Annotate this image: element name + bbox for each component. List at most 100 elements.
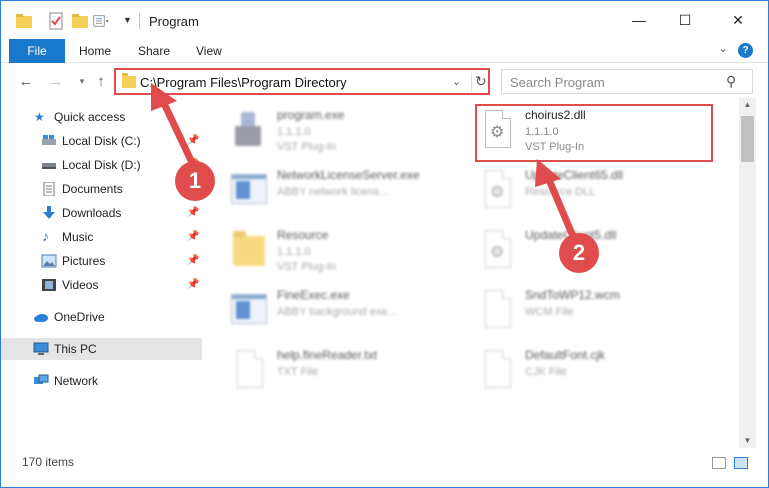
- tab-file[interactable]: File: [9, 39, 65, 63]
- sidebar-item-documents[interactable]: Documents 📌: [1, 178, 201, 200]
- sidebar-item-label: Documents: [62, 182, 123, 196]
- file-item[interactable]: FineExec.exe ABBY background exe...: [231, 284, 461, 340]
- sidebar-item-local-disk-c[interactable]: Local Disk (C:) 📌: [1, 130, 201, 152]
- file-item[interactable]: NetworkLicenseServer.exe ABBY network li…: [231, 164, 461, 220]
- title-bar: ▼ Program — ☐ ✕: [1, 1, 768, 39]
- file-item[interactable]: DefaultFont.cjk CJK File: [479, 344, 709, 400]
- item-count: 170 items: [22, 455, 75, 469]
- sidebar-item-label: This PC: [54, 342, 97, 356]
- drive-icon: [42, 135, 56, 145]
- sidebar-item-this-pc[interactable]: This PC: [1, 338, 202, 360]
- sidebar-item-label: Videos: [62, 278, 99, 292]
- toolbar-divider: [139, 13, 140, 29]
- file-item[interactable]: SndToWP12.wcm WCM File: [479, 284, 709, 340]
- folder-icon: [231, 228, 265, 272]
- file-item-choirus2-dll[interactable]: ⚙ choirus2.dll 1.1.1.0 VST Plug-In: [479, 104, 709, 160]
- window-title: Program: [149, 14, 199, 29]
- sidebar-item-pictures[interactable]: Pictures 📌: [1, 250, 201, 272]
- customize-toolbar-icon[interactable]: ▼: [123, 15, 132, 25]
- sidebar-item-label: OneDrive: [54, 310, 105, 324]
- help-icon[interactable]: ?: [738, 43, 753, 58]
- file-list: program.exe 1.1.1.0 VST Plug-In ⚙ choiru…: [209, 98, 739, 448]
- dll-gear-icon: ⚙: [479, 168, 513, 212]
- file-name: UpdateClient65.dll: [525, 168, 624, 182]
- file-type: VST Plug-In: [525, 141, 585, 153]
- address-bar[interactable]: C:\Program Files\Program Directory ⌄ ↻: [114, 68, 490, 95]
- file-name: help.fineReader.txt: [277, 348, 378, 362]
- search-icon[interactable]: ⚲: [726, 73, 736, 90]
- sidebar-item-quick-access[interactable]: ★ Quick access: [1, 106, 201, 128]
- scroll-up-icon[interactable]: ▲: [739, 98, 756, 112]
- dll-gear-icon: ⚙: [479, 108, 513, 152]
- callout-badge-2: 2: [559, 233, 599, 273]
- star-icon: ★: [34, 110, 45, 124]
- pin-icon[interactable]: 📌: [187, 231, 199, 242]
- videos-icon: [42, 279, 56, 291]
- app-window-icon: [231, 288, 267, 332]
- file-item[interactable]: ⚙ UpdateClient65.dll Resource DLL: [479, 164, 709, 220]
- computer-icon: [33, 342, 49, 355]
- view-options-icon[interactable]: [93, 12, 111, 30]
- blank-doc-icon: [231, 348, 265, 392]
- file-type: CJK File: [525, 366, 567, 378]
- blank-doc-icon: [479, 288, 513, 332]
- recent-locations-icon[interactable]: ▼: [73, 72, 91, 90]
- sidebar-item-videos[interactable]: Videos 📌: [1, 274, 201, 296]
- blank-doc-icon: [479, 348, 513, 392]
- tab-share[interactable]: Share: [138, 44, 170, 58]
- file-item[interactable]: help.fineReader.txt TXT File: [231, 344, 461, 400]
- scroll-down-icon[interactable]: ▼: [739, 434, 756, 448]
- forward-arrow-icon[interactable]: →: [47, 72, 65, 90]
- file-item[interactable]: Resource 1.1.1.0 VST Plug-In: [231, 224, 461, 280]
- new-folder-icon[interactable]: [71, 12, 89, 30]
- pin-icon[interactable]: 📌: [187, 255, 199, 266]
- file-version: 1.1.1.0: [277, 246, 311, 258]
- cloud-icon: [34, 314, 48, 322]
- refresh-icon[interactable]: ↻: [471, 73, 487, 92]
- sidebar-item-onedrive[interactable]: OneDrive: [1, 306, 201, 328]
- network-icon: [34, 374, 49, 384]
- file-name: NetworkLicenseServer.exe: [277, 168, 420, 182]
- folder-icon[interactable]: [15, 12, 33, 30]
- scrollbar-thumb[interactable]: [741, 116, 754, 162]
- pin-icon[interactable]: 📌: [187, 135, 199, 146]
- pin-icon[interactable]: 📌: [187, 207, 199, 218]
- navigation-pane: ★ Quick access Local Disk (C:) 📌 Local D…: [1, 98, 209, 448]
- close-button[interactable]: ✕: [708, 1, 768, 39]
- maximize-button[interactable]: ☐: [662, 1, 708, 39]
- sidebar-item-label: Music: [62, 230, 94, 244]
- file-description: ABBY network licens...: [277, 186, 389, 198]
- sidebar-item-local-disk-d[interactable]: Local Disk (D:) 📌: [1, 154, 201, 176]
- sidebar-item-network[interactable]: Network: [1, 370, 201, 392]
- expand-ribbon-icon[interactable]: ⌄: [715, 42, 731, 58]
- file-type: WCM File: [525, 306, 574, 318]
- file-type: Resource DLL: [525, 186, 596, 198]
- dll-gear-icon: ⚙: [479, 228, 513, 272]
- properties-icon[interactable]: [47, 12, 65, 30]
- file-item[interactable]: program.exe 1.1.1.0 VST Plug-In: [231, 104, 461, 160]
- drive-icon: [42, 163, 56, 169]
- file-version: 1.1.1.0: [525, 126, 559, 138]
- search-input[interactable]: Search Program ⚲: [501, 69, 753, 94]
- vertical-scrollbar[interactable]: ▲ ▼: [739, 98, 756, 448]
- minimize-button[interactable]: —: [616, 1, 662, 39]
- back-arrow-icon[interactable]: ←: [17, 72, 35, 90]
- address-path[interactable]: C:\Program Files\Program Directory: [140, 75, 347, 90]
- file-type: VST Plug-In: [277, 261, 337, 273]
- sidebar-item-label: Local Disk (D:): [62, 158, 141, 172]
- up-arrow-icon[interactable]: ↑: [92, 72, 110, 90]
- exe-icon: [231, 108, 265, 152]
- tab-view[interactable]: View: [196, 44, 222, 58]
- chevron-down-icon[interactable]: ⌄: [452, 75, 461, 88]
- tab-home[interactable]: Home: [79, 44, 111, 58]
- sidebar-item-downloads[interactable]: Downloads 📌: [1, 202, 201, 224]
- sidebar-item-label: Quick access: [54, 110, 126, 124]
- explorer-window: ▼ Program — ☐ ✕ File Home Share View ⌄ ?…: [0, 0, 769, 488]
- large-icons-view-icon[interactable]: [734, 457, 748, 469]
- details-view-icon[interactable]: [712, 457, 726, 469]
- sidebar-item-music[interactable]: ♪ Music 📌: [1, 226, 201, 248]
- folder-icon: [122, 73, 136, 88]
- ribbon-tabs: File Home Share View ⌄ ?: [1, 39, 768, 63]
- sidebar-item-label: Pictures: [62, 254, 106, 268]
- pin-icon[interactable]: 📌: [187, 279, 199, 290]
